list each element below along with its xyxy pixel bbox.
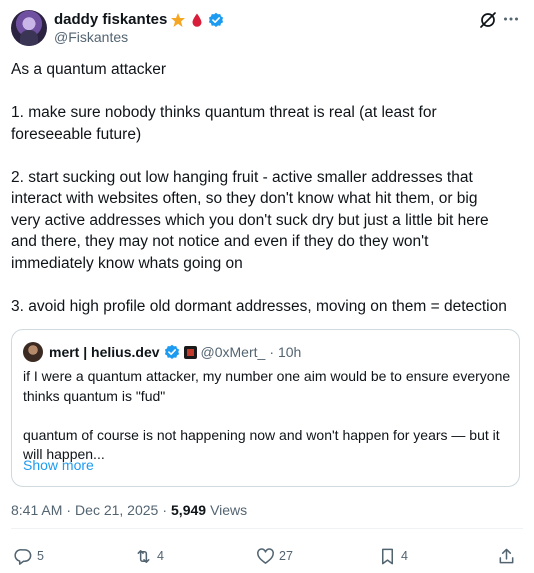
reply-button[interactable]: 5 — [14, 545, 44, 567]
bookmark-icon — [381, 548, 394, 564]
like-count: 27 — [279, 549, 293, 563]
reply-count: 5 — [37, 549, 44, 563]
tweet-paragraph: As a quantum attacker — [11, 61, 167, 78]
quoted-author-handle: @0xMert_ — [200, 344, 266, 360]
grok-icon[interactable] — [478, 10, 498, 30]
author-display-name[interactable]: daddy fiskantes — [54, 11, 167, 28]
tweet-date[interactable]: Dec 21, 2025 — [75, 502, 158, 518]
views-label: Views — [210, 502, 248, 518]
author-name-row: daddy fiskantes — [54, 10, 224, 29]
tweet-time[interactable]: 8:41 AM — [11, 502, 62, 518]
tweet-body: As a quantum attacker 1. make sure nobod… — [11, 59, 526, 317]
show-more-link[interactable]: Show more — [23, 457, 94, 473]
tweet-paragraph: 3. avoid high profile old dormant addres… — [11, 297, 507, 315]
repost-count: 4 — [157, 549, 164, 563]
quoted-tweet-time: 10h — [277, 344, 302, 360]
star-badge-icon — [171, 12, 186, 27]
divider — [11, 528, 523, 529]
tweet-timestamp-row: 8:41 AM · Dec 21, 2025 · 5,949 Views — [11, 502, 247, 518]
tweet-paragraph: 2. start sucking out low hanging fruit -… — [11, 168, 489, 272]
reply-icon — [14, 548, 32, 565]
views-count: 5,949 — [171, 502, 207, 518]
quoted-author-avatar — [23, 342, 43, 362]
share-button[interactable] — [497, 545, 516, 567]
heart-icon — [257, 547, 274, 564]
blood-drop-badge-icon — [192, 13, 202, 27]
quoted-tweet-card[interactable]: mert | helius.dev @0xMert_ · 10h if I we… — [11, 329, 520, 487]
dot-separator: · — [66, 502, 72, 518]
bookmark-count: 4 — [401, 549, 408, 563]
dot-separator: · — [269, 344, 274, 360]
quoted-tweet-text: if I were a quantum attacker, my number … — [23, 368, 511, 462]
tweet-paragraph: 1. make sure nobody thinks quantum threa… — [11, 104, 437, 143]
verified-badge-icon — [164, 344, 179, 359]
dot-separator: · — [162, 502, 168, 518]
author-handle[interactable]: @Fiskantes — [54, 29, 128, 45]
repost-icon — [137, 549, 150, 563]
quoted-tweet-header: mert | helius.dev @0xMert_ · 10h — [49, 342, 301, 362]
like-button[interactable]: 27 — [256, 545, 293, 567]
bookmark-button[interactable]: 4 — [378, 545, 408, 567]
affiliate-badge-icon — [183, 345, 197, 359]
verified-badge-icon — [209, 12, 224, 27]
quoted-author-name: mert | helius.dev — [49, 344, 160, 360]
tweet: daddy fiskantes @Fiskantes As a quantum … — [0, 0, 534, 573]
repost-button[interactable]: 4 — [134, 545, 164, 567]
action-bar: 5 4 27 4 — [0, 545, 534, 567]
more-options-icon[interactable] — [502, 10, 520, 28]
share-icon — [499, 548, 514, 563]
author-avatar[interactable] — [11, 10, 47, 46]
